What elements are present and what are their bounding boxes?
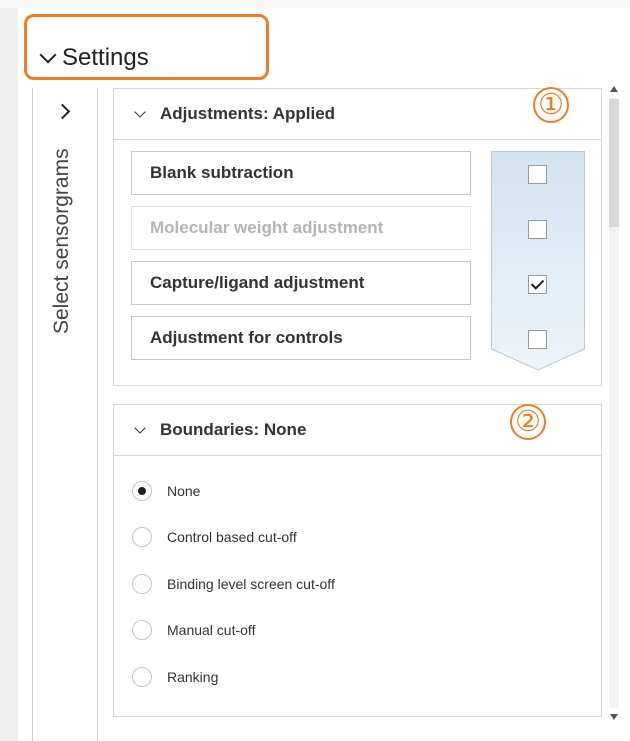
chevron-down-icon [134, 105, 146, 118]
settings-highlight [24, 14, 269, 80]
callout-badge-1: ① [533, 87, 569, 123]
boundaries-title: Boundaries: None [160, 420, 307, 439]
radio-label: None [167, 483, 201, 499]
boundary-option-none[interactable]: None [132, 481, 200, 501]
boundaries-section: Boundaries: None None Control based cut-… [113, 404, 602, 717]
controls-checkbox[interactable] [528, 330, 547, 349]
radio-label: Ranking [167, 669, 219, 685]
scrollbar-thumb[interactable] [609, 99, 619, 227]
chevron-down-icon [134, 421, 146, 434]
molecular-weight-checkbox[interactable] [528, 220, 547, 239]
radio-button[interactable] [132, 527, 152, 547]
boundary-option-binding-level[interactable]: Binding level screen cut-off [132, 574, 335, 594]
adjustment-molecular-weight: Molecular weight adjustment [131, 206, 471, 250]
top-strip [0, 0, 630, 8]
sensorgram-sidebar: Select sensorgrams [32, 88, 98, 741]
radio-button[interactable] [132, 620, 152, 640]
adjustments-section: Adjustments: Applied Blank subtraction M… [113, 88, 602, 386]
chevron-right-icon[interactable] [55, 102, 73, 122]
radio-label: Manual cut-off [167, 622, 256, 638]
adjustment-blank-subtraction[interactable]: Blank subtraction [131, 151, 471, 195]
scroll-up-icon[interactable] [610, 86, 618, 92]
radio-button[interactable] [132, 481, 152, 501]
radio-button[interactable] [132, 667, 152, 687]
scroll-down-icon[interactable] [610, 714, 618, 720]
radio-label: Control based cut-off [167, 529, 297, 545]
blank-subtraction-checkbox[interactable] [528, 165, 547, 184]
radio-label: Binding level screen cut-off [167, 576, 335, 592]
boundary-option-manual[interactable]: Manual cut-off [132, 620, 255, 640]
adjustment-controls[interactable]: Adjustment for controls [131, 316, 471, 360]
sidebar-label[interactable]: Select sensorgrams [43, 148, 81, 468]
adjustments-title: Adjustments: Applied [160, 104, 336, 123]
adjustment-capture-ligand[interactable]: Capture/ligand adjustment [131, 261, 471, 305]
callout-badge-2: ② [510, 404, 546, 440]
capture-ligand-checkbox[interactable] [528, 275, 547, 294]
adjustments-header[interactable]: Adjustments: Applied [114, 89, 601, 140]
boundary-option-ranking[interactable]: Ranking [132, 667, 218, 687]
boundary-option-control-based[interactable]: Control based cut-off [132, 527, 297, 547]
radio-button[interactable] [132, 574, 152, 594]
